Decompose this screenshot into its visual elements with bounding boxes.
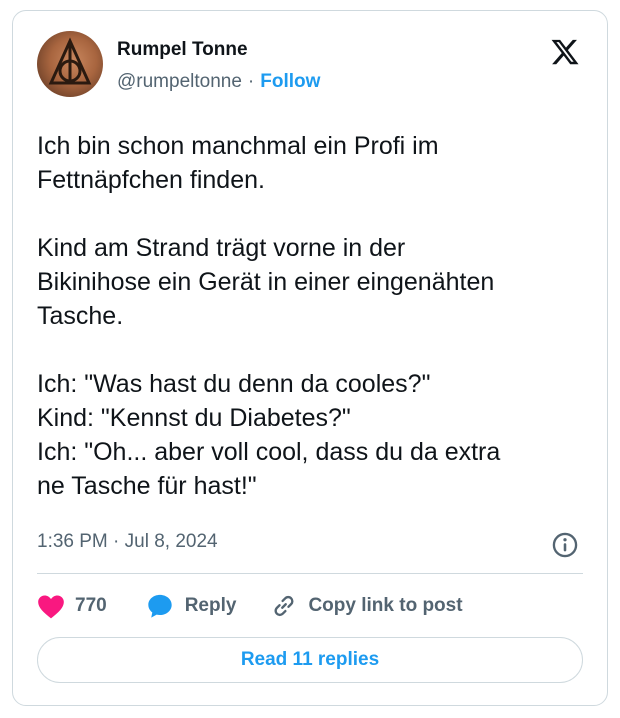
follow-button[interactable]: Follow bbox=[260, 71, 320, 92]
info-icon[interactable] bbox=[551, 531, 579, 559]
read-replies-button[interactable]: Read 11 replies bbox=[37, 637, 583, 683]
author-avatar[interactable] bbox=[37, 31, 103, 97]
speech-bubble-icon bbox=[148, 594, 172, 618]
author-handle-row: @rumpeltonne · Follow bbox=[117, 71, 320, 93]
copy-link-button[interactable]: Copy link to post bbox=[270, 592, 463, 620]
tweet-card: Rumpel Tonne @rumpeltonne · Follow Ich bin… bbox=[12, 10, 608, 706]
deathly-hallows-icon bbox=[48, 37, 92, 85]
author-handle[interactable]: @rumpeltonne bbox=[117, 71, 242, 92]
heart-icon bbox=[38, 595, 64, 619]
x-logo-icon[interactable] bbox=[549, 37, 581, 67]
separator: · bbox=[247, 71, 255, 92]
tweet-timestamp[interactable]: 1:36 PM · Jul 8, 2024 bbox=[37, 531, 218, 553]
author-name[interactable]: Rumpel Tonne bbox=[117, 39, 248, 61]
like-count: 770 bbox=[75, 595, 107, 616]
copy-link-label: Copy link to post bbox=[308, 595, 463, 616]
divider bbox=[37, 573, 583, 574]
action-bar: 770 Reply Copy link to post bbox=[37, 591, 463, 621]
tweet-text: Ich bin schon manchmal ein Profi im Fett… bbox=[37, 132, 501, 500]
reply-button[interactable]: Reply bbox=[145, 592, 237, 620]
link-icon bbox=[274, 595, 294, 617]
reply-label: Reply bbox=[184, 595, 237, 616]
like-button[interactable]: 770 bbox=[37, 593, 107, 619]
read-replies-label: Read 11 replies bbox=[240, 649, 380, 670]
